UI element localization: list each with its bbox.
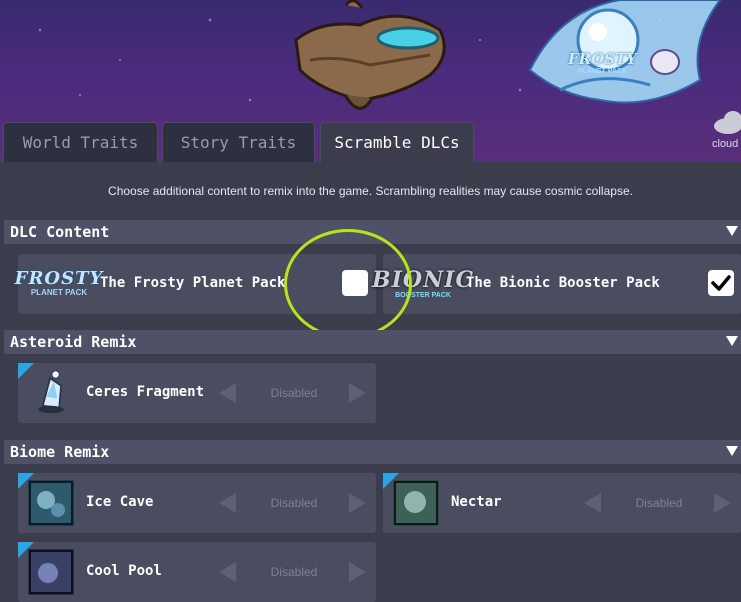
remix-value: Disabled xyxy=(270,496,318,510)
subtitle: Choose additional content to remix into … xyxy=(108,184,633,198)
prev-arrow-icon[interactable] xyxy=(219,383,236,403)
ceres-fragment-icon xyxy=(38,370,64,414)
tab-scramble-dlcs[interactable]: Scramble DLCs xyxy=(320,122,474,162)
asteroid-card-ceres: Ceres Fragment Disabled xyxy=(18,363,376,423)
ice-cave-icon xyxy=(28,480,74,526)
cool-pool-icon xyxy=(28,549,74,595)
frosty-logo-line1: FROSTY xyxy=(14,268,104,289)
dlc-card-bionic[interactable]: BIONIC BOOSTER PACK The Bionic Booster P… xyxy=(372,254,741,314)
next-arrow-icon[interactable] xyxy=(349,383,366,403)
section-title: Asteroid Remix xyxy=(10,333,137,351)
section-title: Biome Remix xyxy=(10,443,110,461)
frosty-banner-badge-line1: FROSTY xyxy=(568,50,637,68)
remix-label: Ice Cave xyxy=(86,494,154,510)
section-header-biome-remix[interactable]: Biome Remix xyxy=(4,440,741,464)
next-arrow-icon[interactable] xyxy=(349,562,366,582)
prev-arrow-icon[interactable] xyxy=(584,493,601,513)
remix-label: Cool Pool xyxy=(86,563,162,579)
frosty-logo-line2: PLANET PACK xyxy=(30,288,88,297)
tab-world-traits[interactable]: World Traits xyxy=(3,122,158,162)
frosty-banner-badge-line2: PLANET PACK xyxy=(577,68,628,75)
frosty-pack-logo: FROSTY PLANET PACK xyxy=(15,264,103,304)
tab-story-traits[interactable]: Story Traits xyxy=(162,122,315,162)
dlc-label: The Bionic Booster Pack xyxy=(466,275,660,291)
section-title: DLC Content xyxy=(10,223,110,241)
cloud-shape xyxy=(714,111,741,134)
asteroid-illustration xyxy=(294,0,446,110)
collapse-caret-icon[interactable] xyxy=(726,336,738,346)
biome-card-ice-cave: Ice Cave Disabled xyxy=(18,473,376,533)
bionic-pack-checkbox[interactable] xyxy=(708,270,734,296)
remix-value: Disabled xyxy=(635,496,683,510)
biome-card-cool-pool: Cool Pool Disabled xyxy=(18,542,376,602)
next-arrow-icon[interactable] xyxy=(714,493,731,513)
prev-arrow-icon[interactable] xyxy=(219,562,236,582)
remix-value: Disabled xyxy=(270,386,318,400)
checkmark-icon xyxy=(711,275,731,291)
remix-label: Ceres Fragment xyxy=(86,384,205,400)
section-header-asteroid-remix[interactable]: Asteroid Remix xyxy=(4,330,741,354)
frosty-banner-badge: FROSTY PLANET PACK xyxy=(568,52,637,76)
nectar-icon xyxy=(393,480,439,526)
remix-value: Disabled xyxy=(270,565,318,579)
next-arrow-icon[interactable] xyxy=(349,493,366,513)
remix-label: Nectar xyxy=(451,494,502,510)
dlc-label: The Frosty Planet Pack xyxy=(100,275,286,291)
biome-card-nectar: Nectar Disabled xyxy=(383,473,741,533)
highlight-ring xyxy=(284,229,412,339)
collapse-caret-icon[interactable] xyxy=(726,226,738,236)
collapse-caret-icon[interactable] xyxy=(726,446,738,456)
prev-arrow-icon[interactable] xyxy=(219,493,236,513)
cloud-label: cloud xyxy=(712,138,739,150)
